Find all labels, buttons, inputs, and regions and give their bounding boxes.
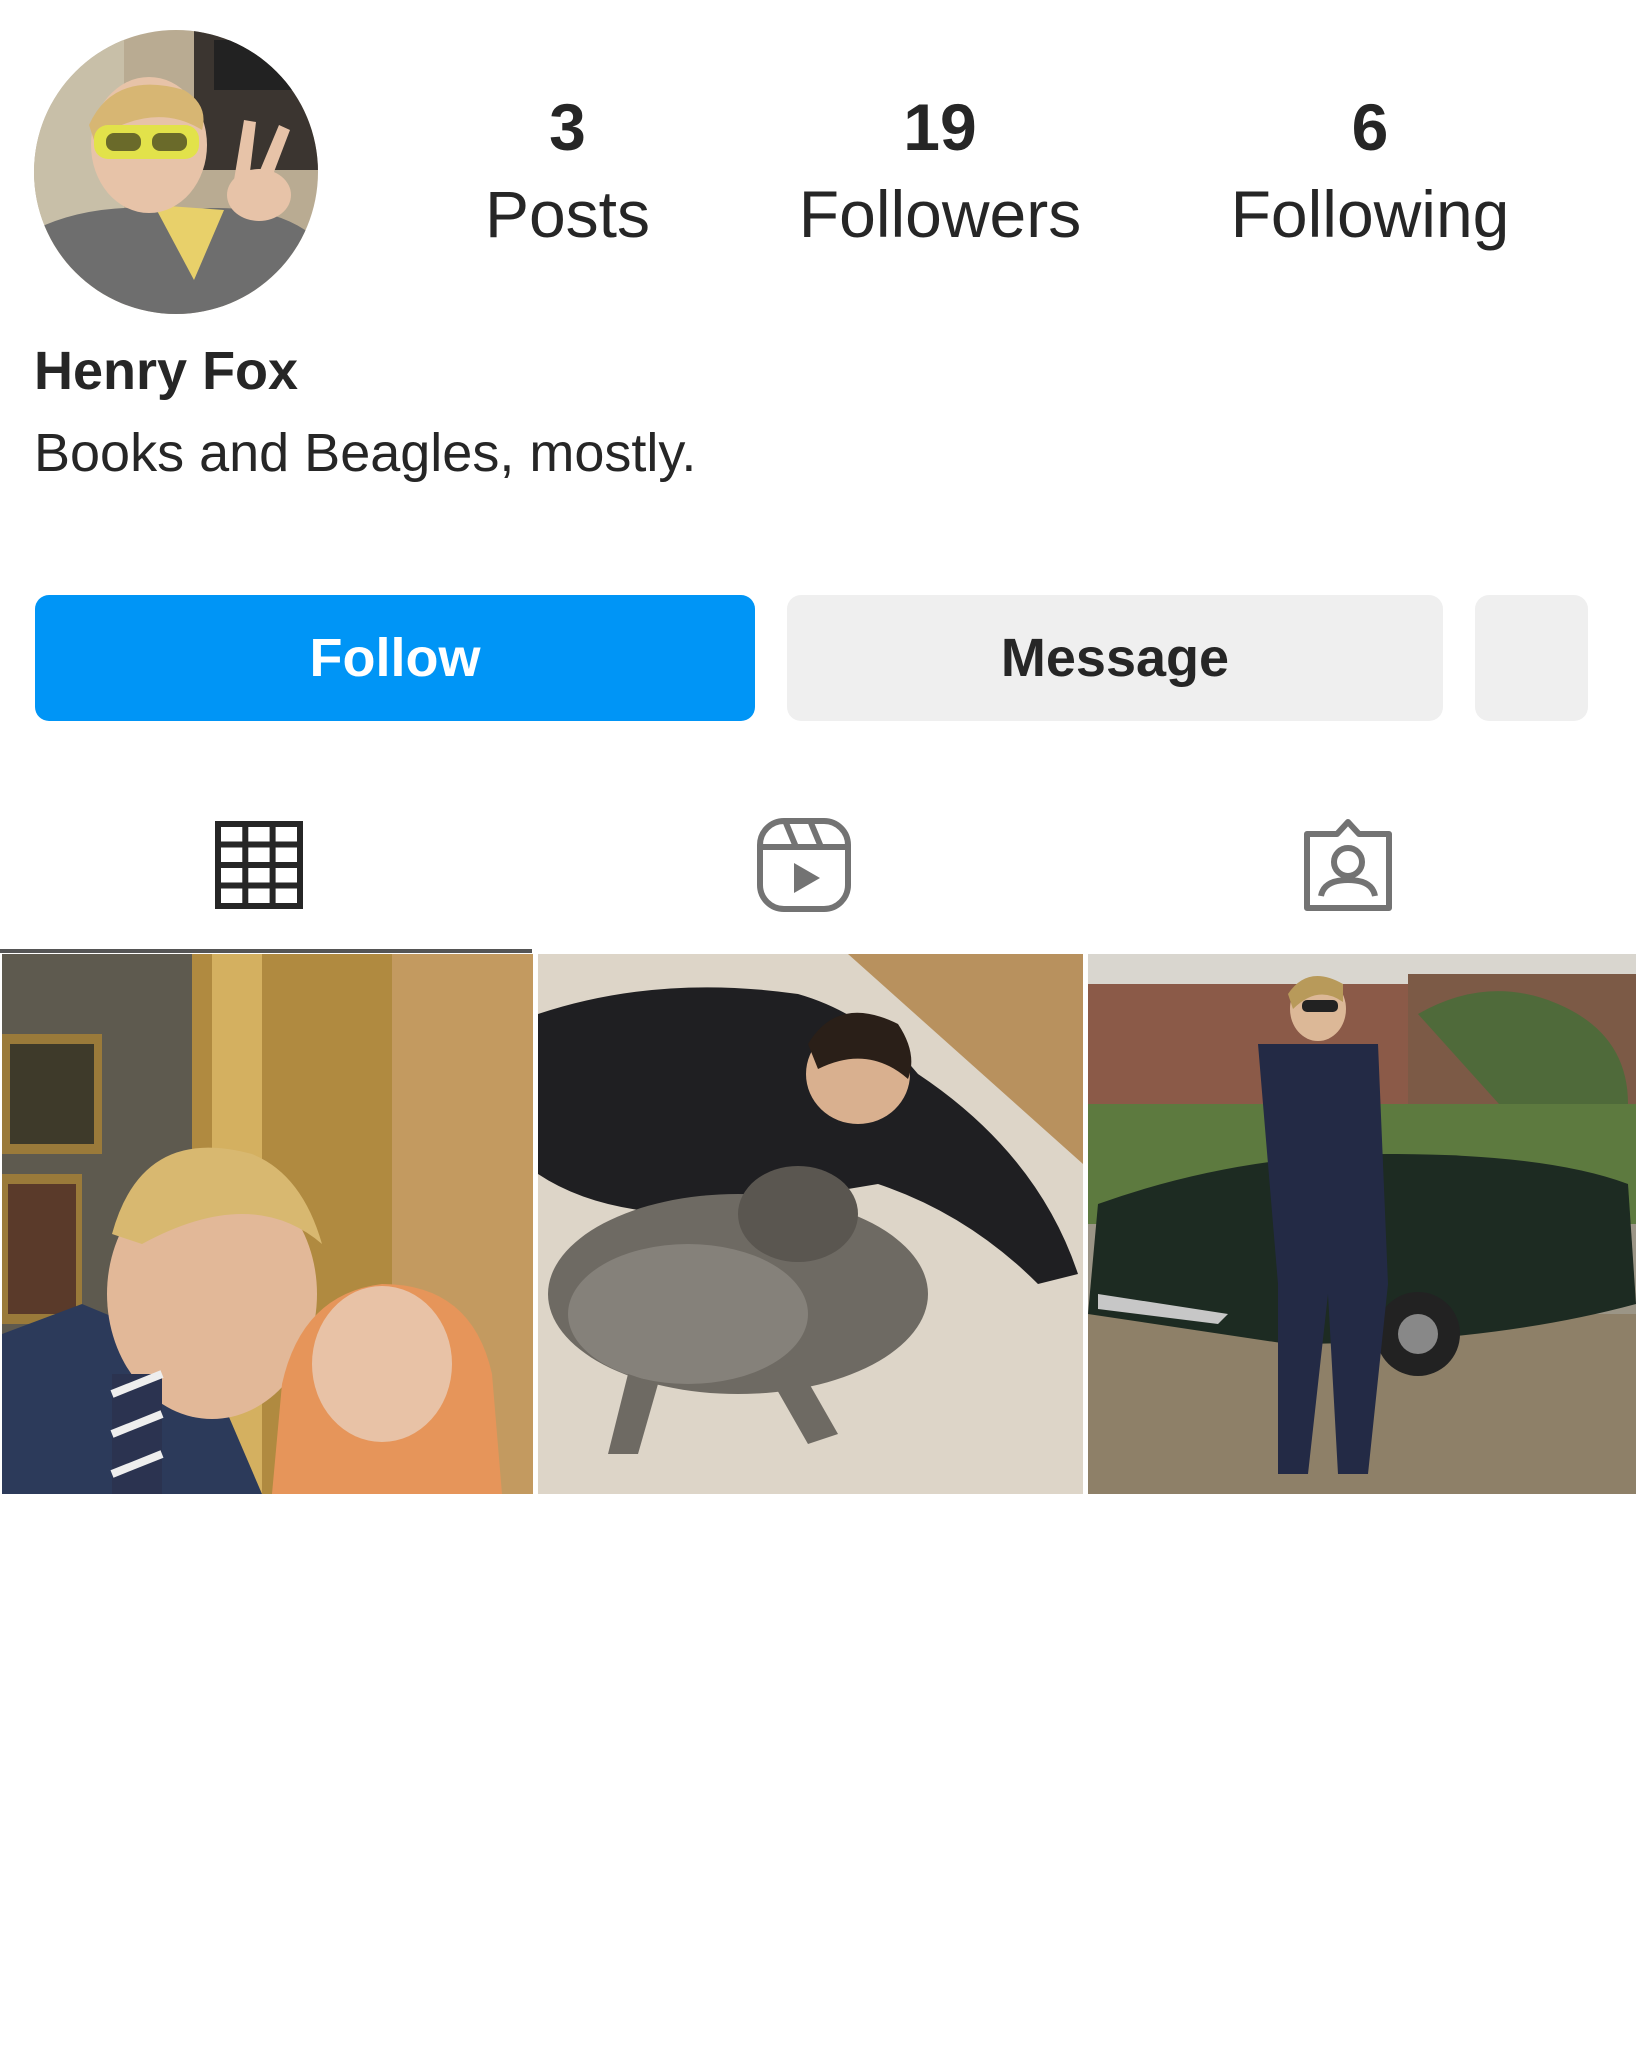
followers-stat[interactable]: 19 Followers — [790, 88, 1090, 262]
following-label: Following — [1230, 177, 1510, 251]
following-stat[interactable]: 6 Following — [1220, 88, 1520, 262]
tab-reels[interactable] — [749, 810, 859, 920]
posts-stat: 3 Posts — [470, 88, 665, 262]
posts-label: Posts — [484, 177, 651, 251]
followers-label: Followers — [798, 177, 1082, 251]
follow-button[interactable]: Follow — [35, 595, 755, 721]
grid-icon — [215, 821, 303, 909]
profile-bio: Books and Beagles, mostly. — [34, 423, 697, 483]
following-count: 6 — [1351, 90, 1389, 164]
suggested-accounts-button[interactable] — [1475, 595, 1588, 721]
tab-tagged[interactable] — [1293, 810, 1403, 920]
post-thumbnail-2[interactable] — [538, 954, 1083, 1494]
active-tab-indicator — [0, 949, 532, 953]
reels-icon — [757, 818, 851, 912]
posts-count: 3 — [549, 90, 586, 164]
profile-name: Henry Fox — [34, 341, 299, 401]
message-button[interactable]: Message — [787, 595, 1443, 721]
post-thumbnail-1[interactable] — [2, 954, 533, 1494]
tab-posts-grid[interactable] — [204, 810, 314, 920]
post-thumbnail-3[interactable] — [1088, 954, 1636, 1494]
tagged-icon — [1304, 819, 1392, 911]
profile-avatar[interactable] — [34, 30, 318, 314]
followers-count: 19 — [903, 90, 977, 164]
